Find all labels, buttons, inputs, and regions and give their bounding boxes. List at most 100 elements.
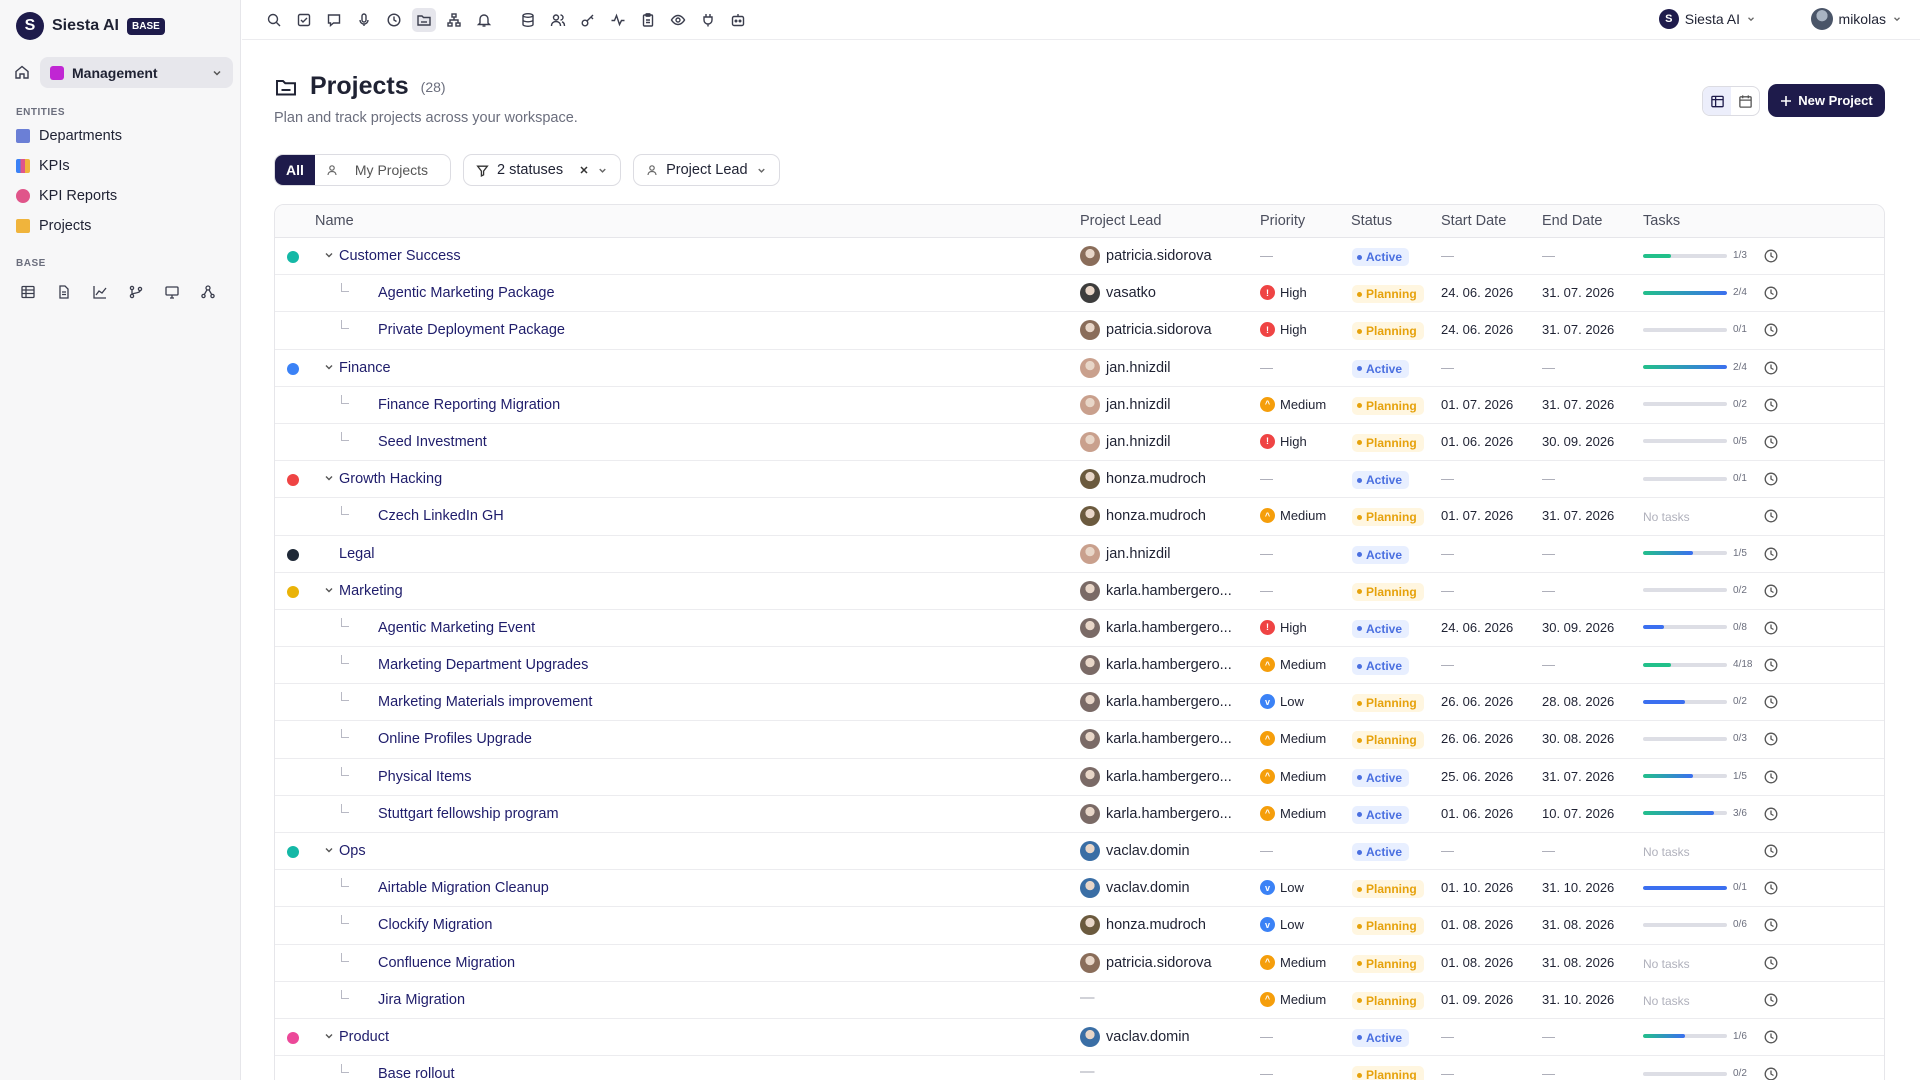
priority[interactable]: ^ Medium — [1260, 991, 1326, 1007]
priority[interactable]: — — [1260, 1029, 1273, 1044]
project-name[interactable]: Jira Migration — [378, 992, 465, 1008]
clipboard-icon[interactable] — [636, 8, 660, 32]
project-lead[interactable]: karla.hambergero... — [1080, 803, 1232, 824]
priority[interactable]: — — [1260, 1066, 1273, 1080]
priority[interactable]: — — [1260, 248, 1273, 263]
end-date[interactable]: — — [1542, 583, 1555, 598]
document-icon[interactable] — [56, 284, 72, 300]
project-lead[interactable]: patricia.sidorova — [1080, 320, 1212, 341]
chat-icon[interactable] — [322, 8, 346, 32]
priority[interactable]: ^ Medium — [1260, 508, 1326, 524]
users-icon[interactable] — [546, 8, 570, 32]
end-date[interactable]: 31. 10. 2026 — [1542, 880, 1614, 895]
clock-icon[interactable] — [1763, 880, 1779, 896]
priority[interactable]: ^ Medium — [1260, 396, 1326, 412]
sidebar-item-projects[interactable]: Projects — [16, 215, 91, 237]
project-name[interactable]: Marketing — [339, 583, 403, 599]
status-filter[interactable]: 2 statuses — [463, 154, 622, 186]
clock-icon[interactable] — [382, 8, 406, 32]
end-date[interactable]: 30. 09. 2026 — [1542, 620, 1614, 635]
project-lead[interactable]: patricia.sidorova — [1080, 952, 1212, 973]
start-date[interactable]: 01. 07. 2026 — [1441, 397, 1513, 412]
sidebar-item-kpi-reports[interactable]: KPI Reports — [16, 185, 117, 207]
start-date[interactable]: 24. 06. 2026 — [1441, 322, 1513, 337]
table-row[interactable]: Agentic Marketing Package vasatko! High Pla… — [275, 275, 1884, 313]
start-date[interactable]: — — [1441, 1066, 1454, 1080]
project-name[interactable]: Customer Success — [339, 248, 461, 264]
end-date[interactable]: 31. 07. 2026 — [1542, 397, 1614, 412]
project-lead[interactable]: patricia.sidorova — [1080, 246, 1212, 266]
filter-all[interactable]: All — [275, 155, 315, 185]
chevron-down-icon[interactable] — [323, 1030, 335, 1042]
end-date[interactable]: 31. 07. 2026 — [1542, 322, 1614, 337]
start-date[interactable]: — — [1441, 248, 1454, 263]
start-date[interactable]: — — [1441, 843, 1454, 858]
status-badge[interactable]: Planning — [1352, 731, 1424, 750]
clock-icon[interactable] — [1763, 546, 1779, 562]
clock-icon[interactable] — [1763, 657, 1779, 673]
priority[interactable]: — — [1260, 843, 1273, 858]
end-date[interactable]: 31. 08. 2026 — [1542, 917, 1614, 932]
column-header-lead[interactable]: Project Lead — [1080, 213, 1161, 229]
filter-my-projects[interactable]: My Projects — [315, 155, 450, 185]
priority[interactable]: ^ Medium — [1260, 954, 1326, 970]
project-name[interactable]: Legal — [339, 546, 374, 562]
clock-icon[interactable] — [1763, 694, 1779, 710]
chevron-down-icon[interactable] — [323, 584, 335, 596]
table-row[interactable]: Seed Investment jan.hnizdil! High Planning 0… — [275, 424, 1884, 462]
start-date[interactable]: 26. 06. 2026 — [1441, 694, 1513, 709]
status-badge[interactable]: Planning — [1352, 582, 1424, 601]
clock-icon[interactable] — [1763, 583, 1779, 599]
end-date[interactable]: — — [1542, 360, 1555, 375]
sidebar-item-departments[interactable]: Departments — [16, 125, 122, 147]
status-badge[interactable]: Planning — [1352, 322, 1424, 341]
clock-icon[interactable] — [1763, 731, 1779, 747]
workspace-switcher[interactable]: S Siesta AI — [1658, 9, 1756, 29]
status-badge[interactable]: Active — [1352, 545, 1410, 564]
project-name[interactable]: Agentic Marketing Event — [378, 620, 535, 636]
table-row[interactable]: Customer Success patricia.sidorova — Active… — [275, 238, 1884, 276]
priority[interactable]: ^ Medium — [1260, 768, 1326, 784]
clock-icon[interactable] — [1763, 843, 1779, 859]
status-badge[interactable]: Planning — [1352, 880, 1424, 899]
table-row[interactable]: Marketing karla.hambergero... — Planning — — 0… — [275, 573, 1884, 610]
project-lead[interactable]: honza.mudroch — [1080, 469, 1206, 490]
start-date[interactable]: 24. 06. 2026 — [1441, 285, 1513, 300]
status-badge[interactable]: Active — [1352, 768, 1410, 787]
project-lead[interactable]: vaclav.domin — [1080, 841, 1190, 861]
end-date[interactable]: — — [1542, 471, 1555, 486]
status-badge[interactable]: Planning — [1352, 917, 1424, 936]
start-date[interactable]: — — [1441, 360, 1454, 375]
bell-icon[interactable] — [472, 8, 496, 32]
start-date[interactable]: 01. 10. 2026 — [1441, 880, 1513, 895]
project-name[interactable]: Confluence Migration — [378, 955, 515, 971]
end-date[interactable]: 31. 07. 2026 — [1542, 285, 1614, 300]
project-name[interactable]: Seed Investment — [378, 434, 487, 450]
project-lead[interactable]: karla.hambergero... — [1080, 617, 1232, 638]
end-date[interactable]: 31. 07. 2026 — [1542, 769, 1614, 784]
end-date[interactable]: 30. 09. 2026 — [1542, 434, 1614, 449]
table-row[interactable]: Airtable Migration Cleanup vaclav.domin v L… — [275, 870, 1884, 908]
table-row[interactable]: Product vaclav.domin — Active — — 1/6 — [275, 1019, 1884, 1057]
table-view-icon[interactable] — [1703, 87, 1731, 115]
start-date[interactable]: — — [1441, 657, 1454, 672]
clock-icon[interactable] — [1763, 248, 1779, 264]
project-name[interactable]: Private Deployment Package — [378, 322, 565, 338]
end-date[interactable]: 30. 08. 2026 — [1542, 731, 1614, 746]
start-date[interactable]: 01. 07. 2026 — [1441, 508, 1513, 523]
project-name[interactable]: Physical Items — [378, 769, 471, 785]
project-lead[interactable]: jan.hnizdil — [1080, 357, 1171, 378]
clock-icon[interactable] — [1763, 397, 1779, 413]
project-lead[interactable]: honza.mudroch — [1080, 506, 1206, 527]
project-name[interactable]: Base rollout — [378, 1066, 455, 1080]
sidebar-item-kpis[interactable]: KPIs — [16, 155, 70, 177]
column-header-end-date[interactable]: End Date — [1542, 213, 1602, 229]
start-date[interactable]: 26. 06. 2026 — [1441, 731, 1513, 746]
start-date[interactable]: — — [1441, 583, 1454, 598]
clock-icon[interactable] — [1763, 508, 1779, 524]
end-date[interactable]: 31. 08. 2026 — [1542, 955, 1614, 970]
start-date[interactable]: — — [1441, 471, 1454, 486]
new-project-button[interactable]: New Project — [1768, 84, 1885, 117]
project-lead[interactable]: vaclav.domin — [1080, 878, 1190, 899]
end-date[interactable]: — — [1542, 248, 1555, 263]
